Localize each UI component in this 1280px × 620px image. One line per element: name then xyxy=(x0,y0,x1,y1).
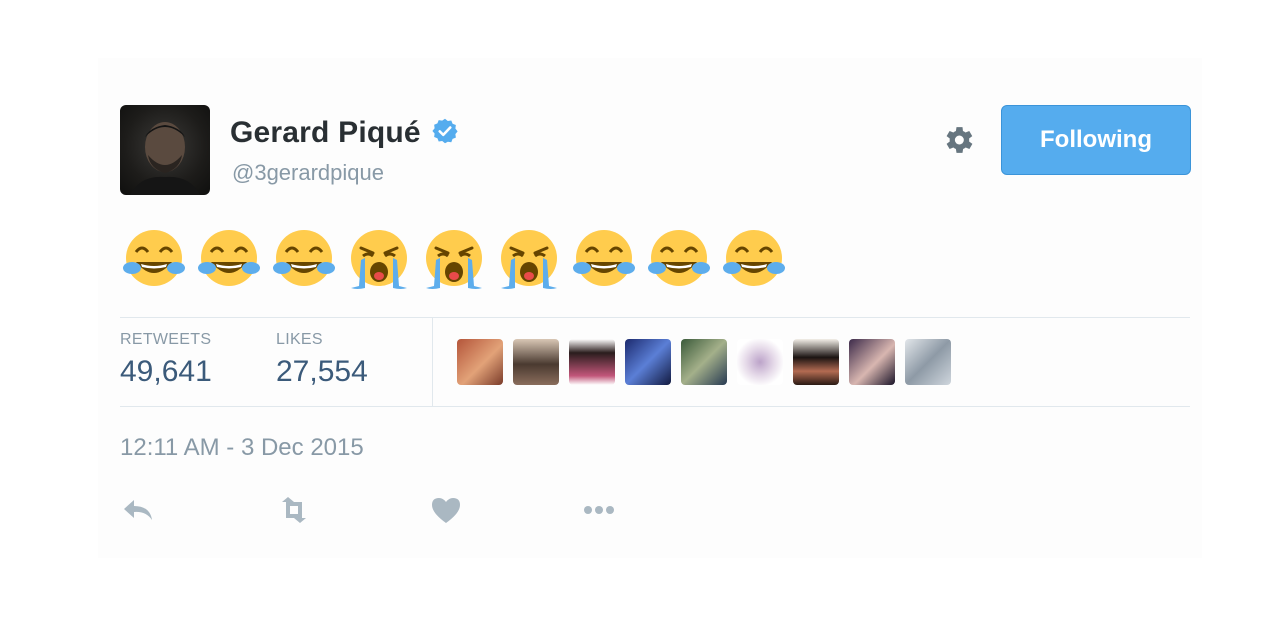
face-with-tears-of-joy-icon xyxy=(273,230,335,286)
likes-count: 27,554 xyxy=(276,355,368,388)
retweets-count: 49,641 xyxy=(120,355,212,388)
tweet-timestamp[interactable]: 12:11 AM - 3 Dec 2015 xyxy=(120,434,364,462)
likes-label: LIKES xyxy=(276,331,323,348)
verified-badge-icon xyxy=(431,117,459,150)
liker-avatar[interactable] xyxy=(569,339,615,385)
author-handle[interactable]: @3gerardpique xyxy=(232,160,384,186)
liker-avatar[interactable] xyxy=(681,339,727,385)
retweets-stat[interactable]: RETWEETS 49,641 xyxy=(120,331,212,389)
author-name[interactable]: Gerard Piqué xyxy=(230,116,421,150)
liker-avatar[interactable] xyxy=(905,339,951,385)
more-icon[interactable] xyxy=(581,494,617,526)
face-with-tears-of-joy-icon xyxy=(648,230,710,286)
liker-avatars xyxy=(457,339,951,385)
tweet-text xyxy=(122,226,786,292)
liker-avatar[interactable] xyxy=(737,339,783,385)
loudly-crying-face-icon xyxy=(501,230,557,289)
liker-avatar[interactable] xyxy=(513,339,559,385)
liker-avatar[interactable] xyxy=(849,339,895,385)
liker-avatar[interactable] xyxy=(625,339,671,385)
like-icon[interactable] xyxy=(428,494,464,526)
liker-avatar[interactable] xyxy=(457,339,503,385)
gear-icon[interactable] xyxy=(940,122,976,158)
stats-bottom-divider xyxy=(120,406,1190,407)
retweet-icon[interactable] xyxy=(276,494,312,526)
reply-icon[interactable] xyxy=(120,494,156,526)
stats-vertical-divider xyxy=(432,318,433,406)
face-with-tears-of-joy-icon xyxy=(123,230,185,286)
liker-avatar[interactable] xyxy=(793,339,839,385)
stats-top-divider xyxy=(120,317,1190,318)
author-avatar[interactable] xyxy=(120,105,210,195)
face-with-tears-of-joy-icon xyxy=(723,230,785,286)
retweets-label: RETWEETS xyxy=(120,331,212,348)
likes-stat[interactable]: LIKES 27,554 xyxy=(276,331,368,389)
loudly-crying-face-icon xyxy=(426,230,482,289)
following-button[interactable]: Following xyxy=(1001,105,1191,175)
face-with-tears-of-joy-icon xyxy=(573,230,635,286)
face-with-tears-of-joy-icon xyxy=(198,230,260,286)
loudly-crying-face-icon xyxy=(351,230,407,289)
